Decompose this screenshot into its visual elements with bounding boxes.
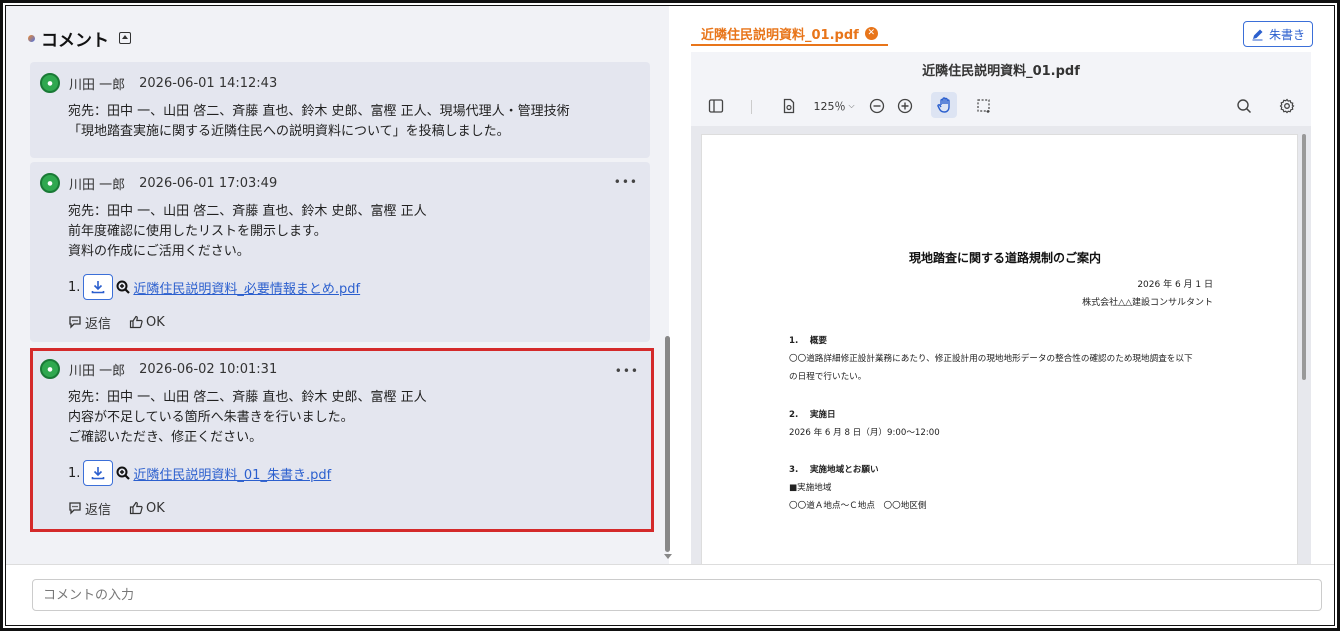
attachment-row: 1. 近隣住民説明資料_必要情報まとめ.pdf bbox=[68, 274, 640, 300]
app-window: コメント ● 川田 一郎 2026-06-01 14:12:43 宛先：田中 一… bbox=[5, 5, 1335, 626]
comment-timestamp: 2026-06-02 10:01:31 bbox=[139, 361, 278, 377]
comment-line: 宛先：田中 一、山田 啓二、斉藤 直也、鈴木 史郎、富樫 正人 bbox=[68, 204, 427, 219]
attachment-index: 1. bbox=[68, 465, 81, 481]
doc-section-heading: 1. 概要 bbox=[789, 336, 828, 346]
document-tab-label: 近隣住民説明資料_01.pdf bbox=[701, 27, 859, 43]
attachment-index: 1. bbox=[68, 279, 81, 295]
comment-card: ● 川田 一郎 2026-06-01 14:12:43 宛先：田中 一、山田 啓… bbox=[30, 62, 650, 158]
comment-panel-header: コメント bbox=[28, 26, 131, 51]
close-tab-icon[interactable]: ✕ bbox=[864, 26, 878, 40]
zoom-out-icon[interactable] bbox=[869, 98, 885, 114]
comment-timestamp: 2026-06-01 14:12:43 bbox=[139, 75, 278, 91]
download-button[interactable] bbox=[83, 274, 114, 300]
comment-scrollbar[interactable] bbox=[665, 336, 670, 552]
document-tab[interactable]: 近隣住民説明資料_01.pdf ✕ bbox=[691, 22, 888, 46]
speech-bubble-icon bbox=[69, 502, 81, 515]
markup-button-label: 朱書き bbox=[1268, 27, 1305, 42]
viewer-toolbar: 125％ ⌵ bbox=[691, 86, 1311, 126]
comment-line: 「現地踏査実施に関する近隣住民への説明資料について」を投稿しました。 bbox=[68, 124, 510, 139]
comment-card: ● 川田 一郎 2026-06-01 17:03:49 ••• 宛先：田中 一、… bbox=[30, 162, 650, 342]
comment-header: ● 川田 一郎 2026-06-01 17:03:49 bbox=[40, 172, 640, 194]
ok-label: OK bbox=[146, 500, 165, 516]
doc-company: 株式会社△△建設コンサルタント bbox=[1082, 298, 1213, 308]
thumbs-up-icon bbox=[129, 501, 143, 515]
document-scrollbar[interactable] bbox=[1302, 134, 1306, 380]
ok-label: OK bbox=[146, 314, 165, 330]
sidebar-toggle-icon[interactable] bbox=[708, 98, 724, 114]
avatar: ● bbox=[40, 359, 60, 379]
collapse-icon[interactable] bbox=[119, 32, 131, 44]
comment-author: 川田 一郎 bbox=[69, 363, 126, 379]
doc-text-line: の日程で行いたい。 bbox=[789, 372, 867, 382]
download-button[interactable] bbox=[83, 460, 114, 486]
zoom-value: 125％ bbox=[813, 100, 846, 113]
comment-line: 資料の作成にご活用ください。 bbox=[68, 244, 250, 259]
doc-text-line: 2026 年 6 月 8 日（月）9:00～12:00 bbox=[789, 428, 940, 438]
doc-text-line: 〇〇道Ａ地点～Ｃ地点 〇〇地区側 bbox=[789, 501, 927, 511]
comment-body: 宛先：田中 一、山田 啓二、斉藤 直也、鈴木 史郎、富樫 正人 内容が不足してい… bbox=[68, 388, 642, 448]
scroll-down-arrow-icon[interactable] bbox=[664, 554, 672, 559]
viewer-file-title: 近隣住民説明資料_01.pdf bbox=[691, 52, 1311, 86]
document-viewer-panel: 近隣住民説明資料_01.pdf ✕ 朱書き 近隣住民説明資料_01.pdf 12… bbox=[676, 6, 1334, 574]
doc-text-line: 〇〇道路詳細修正設計業務にあたり、修正設計用の現地地形データの整合性の確認のため… bbox=[789, 354, 1193, 364]
comment-header: ● 川田 一郎 2026-06-01 14:12:43 bbox=[40, 72, 640, 94]
comment-line: 宛先：田中 一、山田 啓二、斉藤 直也、鈴木 史郎、富樫 正人、現場代理人・管理… bbox=[68, 104, 570, 119]
attachment-link[interactable]: 近隣住民説明資料_必要情報まとめ.pdf bbox=[133, 278, 360, 297]
comment-card-highlighted: ● 川田 一郎 2026-06-02 10:01:31 ••• 宛先：田中 一、… bbox=[30, 348, 654, 532]
reply-button[interactable]: 返信 bbox=[68, 499, 111, 518]
doc-title: 現地踏査に関する道路規制のご案内 bbox=[909, 251, 1102, 265]
chevron-down-icon: ⌵ bbox=[848, 101, 855, 110]
comment-author: 川田 一郎 bbox=[69, 177, 126, 193]
attachment-row: 1. 近隣住民説明資料_01_朱書き.pdf bbox=[68, 460, 642, 486]
doc-text-line: ■実施地域 bbox=[789, 483, 832, 493]
avatar: ● bbox=[40, 173, 60, 193]
comment-line: ご確認いただき、修正ください。 bbox=[68, 430, 263, 445]
more-options-icon[interactable]: ••• bbox=[615, 365, 639, 377]
thumbs-up-icon bbox=[129, 315, 143, 329]
zoom-select[interactable]: 125％ ⌵ bbox=[809, 96, 859, 116]
comment-actions: 返信 OK bbox=[68, 312, 640, 332]
comment-line: 宛先：田中 一、山田 啓二、斉藤 直也、鈴木 史郎、富樫 正人 bbox=[68, 390, 427, 405]
more-options-icon[interactable]: ••• bbox=[614, 176, 638, 188]
reply-label: 返信 bbox=[85, 316, 112, 332]
document-page-area[interactable]: 現地踏査に関する道路規制のご案内 2026 年 6 月 1 日 株式会社△△建設… bbox=[691, 126, 1311, 574]
comment-body: 宛先：田中 一、山田 啓二、斉藤 直也、鈴木 史郎、富樫 正人、現場代理人・管理… bbox=[68, 102, 640, 142]
status-dot-icon bbox=[28, 34, 35, 42]
attachment-link[interactable]: 近隣住民説明資料_01_朱書き.pdf bbox=[133, 464, 331, 483]
comment-panel-title: コメント bbox=[41, 30, 109, 51]
document-page: 現地踏査に関する道路規制のご案内 2026 年 6 月 1 日 株式会社△△建設… bbox=[701, 134, 1298, 574]
preview-magnify-icon[interactable] bbox=[116, 466, 131, 480]
comment-line: 前年度確認に使用したリストを開示します。 bbox=[68, 224, 327, 239]
zoom-in-icon[interactable] bbox=[897, 98, 913, 114]
ok-button[interactable]: OK bbox=[129, 315, 165, 330]
comment-header: ● 川田 一郎 2026-06-02 10:01:31 bbox=[40, 358, 642, 380]
pen-icon bbox=[1252, 29, 1263, 40]
comment-author: 川田 一郎 bbox=[69, 77, 126, 93]
preview-magnify-icon[interactable] bbox=[116, 280, 131, 294]
comment-panel: コメント ● 川田 一郎 2026-06-01 14:12:43 宛先：田中 一… bbox=[6, 6, 672, 564]
comment-line: 内容が不足している箇所へ朱書きを行いました。 bbox=[68, 410, 354, 425]
reply-button[interactable]: 返信 bbox=[68, 313, 111, 332]
search-icon[interactable] bbox=[1236, 98, 1252, 114]
doc-date: 2026 年 6 月 1 日 bbox=[1137, 280, 1213, 290]
download-icon bbox=[92, 281, 105, 294]
doc-section-heading: 3. 実施地域とお願い bbox=[789, 465, 879, 475]
markup-button[interactable]: 朱書き bbox=[1243, 21, 1313, 47]
avatar: ● bbox=[40, 73, 60, 93]
gear-icon[interactable] bbox=[1279, 98, 1295, 114]
comment-timestamp: 2026-06-01 17:03:49 bbox=[139, 175, 278, 191]
page-file-icon[interactable] bbox=[781, 98, 797, 114]
speech-bubble-icon bbox=[69, 316, 81, 329]
hand-pan-icon[interactable] bbox=[936, 96, 954, 114]
comment-input-bar bbox=[6, 564, 1334, 625]
comment-body: 宛先：田中 一、山田 啓二、斉藤 直也、鈴木 史郎、富樫 正人 前年度確認に使用… bbox=[68, 202, 640, 262]
select-area-icon[interactable] bbox=[976, 98, 992, 114]
comment-actions: 返信 OK bbox=[68, 498, 642, 518]
download-icon bbox=[92, 467, 105, 480]
doc-section-heading: 2. 実施日 bbox=[789, 410, 836, 420]
reply-label: 返信 bbox=[85, 502, 112, 518]
toolbar-divider bbox=[751, 100, 752, 114]
comment-input[interactable] bbox=[32, 579, 1322, 611]
ok-button[interactable]: OK bbox=[129, 501, 165, 516]
